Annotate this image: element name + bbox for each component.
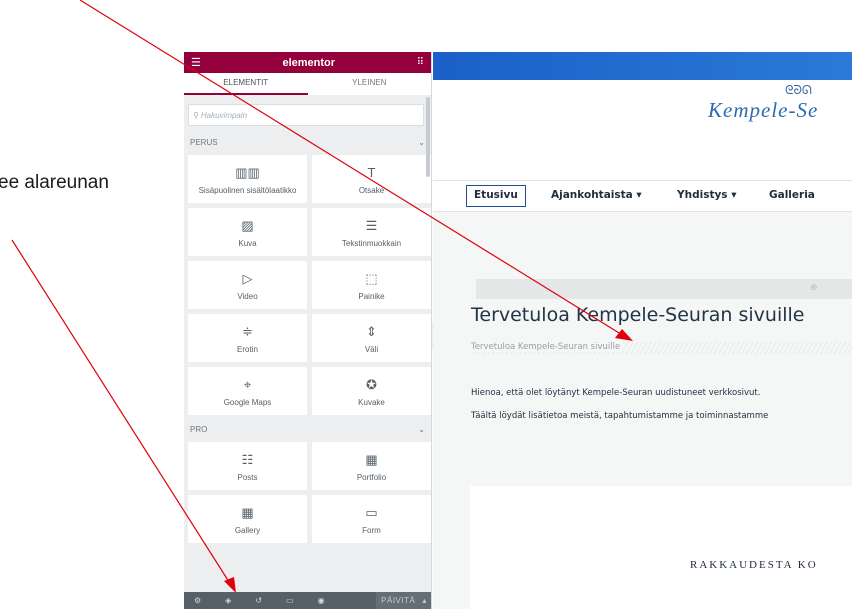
site-header: ᘓᘐᘏ Kempele-Se xyxy=(433,80,852,180)
menu-icon[interactable]: ☰ xyxy=(191,56,201,69)
section-label: PERUS xyxy=(190,138,218,147)
section-title-basic[interactable]: PERUS ⌄ xyxy=(184,130,431,155)
nav-item-association[interactable]: Yhdistys ▾ xyxy=(677,189,736,201)
widget-label: Kuva xyxy=(238,238,257,248)
elementor-logo: elementor xyxy=(282,56,336,69)
nav-item-news[interactable]: Ajankohtaista ▾ xyxy=(551,189,642,201)
widget-label: Väli xyxy=(364,344,379,354)
responsive-icon[interactable]: ▭ xyxy=(286,596,294,605)
inner-section-icon: ▥▥ xyxy=(235,164,260,180)
map-icon: ⌖ xyxy=(243,376,252,392)
basic-widgets-grid: ▥▥ Sisäpuolinen sisältölaatikko T Otsake… xyxy=(184,155,431,415)
intro-paragraph-2[interactable]: Täältä löydät lisätietoa meistä, tapahtu… xyxy=(471,411,768,421)
site-nav: Etusivu Ajankohtaista ▾ Yhdistys ▾ Galle… xyxy=(433,180,852,212)
widget-button[interactable]: ⬚ Painike xyxy=(312,261,431,309)
widget-posts[interactable]: ☷ Posts xyxy=(188,442,307,490)
card-heading[interactable]: RAKKAUDESTA KO xyxy=(690,559,818,571)
text-editor-icon: ☰ xyxy=(365,217,378,233)
intro-paragraph-1[interactable]: Hienoa, että olet löytänyt Kempele-Seura… xyxy=(471,388,760,398)
site-title[interactable]: Kempele-Se xyxy=(708,98,818,123)
widget-label: Erotin xyxy=(237,344,258,354)
panel-scrollbar[interactable] xyxy=(426,97,430,177)
widget-label: Painike xyxy=(358,291,385,301)
elementor-panel: ☰ elementor ⠿ ELEMENTIT YLEINEN ⚲ Hakuvi… xyxy=(184,52,432,609)
widget-text-editor[interactable]: ☰ Tekstinmuokkain xyxy=(312,208,431,256)
nav-item-gallery[interactable]: Galleria xyxy=(769,189,815,201)
screenshot-stage: ee alareunan ☰ elementor ⠿ ELEMENTIT YLE… xyxy=(0,0,852,609)
panel-footer: ⚙ ◈ ↺ ▭ ◉ PÄIVITÄ ▴ xyxy=(184,592,431,609)
publish-label: PÄIVITÄ xyxy=(381,596,416,605)
welcome-heading[interactable]: Tervetuloa Kempele-Seuran sivuille xyxy=(471,304,805,326)
widget-label: Google Maps xyxy=(223,397,272,407)
history-icon[interactable]: ↺ xyxy=(255,596,262,605)
widget-spacer[interactable]: ⇕ Väli xyxy=(312,314,431,362)
widget-label: Gallery xyxy=(234,525,261,535)
welcome-subheading[interactable]: Tervetuloa Kempele-Seuran sivuille xyxy=(471,342,852,354)
instruction-caption: ee alareunan xyxy=(0,172,109,193)
widgets-grid-icon[interactable]: ⠿ xyxy=(417,57,424,68)
widget-label: Kuvake xyxy=(358,397,385,407)
tab-global[interactable]: YLEINEN xyxy=(308,73,432,95)
widget-label: Posts xyxy=(237,472,258,482)
widget-divider[interactable]: ≑ Erotin xyxy=(188,314,307,362)
pro-widgets-grid: ☷ Posts ▦ Portfolio ▦ Gallery ▭ Form xyxy=(184,442,431,543)
search-placeholder: Hakuvimpain xyxy=(200,110,248,120)
content-card: RAKKAUDESTA KO xyxy=(470,486,852,609)
chevron-down-icon: ⌄ xyxy=(418,425,425,434)
chevron-up-icon: ▴ xyxy=(422,596,427,605)
site-preview: ᘓᘐᘏ Kempele-Se Etusivu Ajankohtaista ▾ Y… xyxy=(433,52,852,609)
widget-google-maps[interactable]: ⌖ Google Maps xyxy=(188,367,307,415)
gallery-icon: ▦ xyxy=(241,504,254,520)
spacer-icon: ⇕ xyxy=(366,323,377,339)
widget-form[interactable]: ▭ Form xyxy=(312,495,431,543)
section-label: PRO xyxy=(190,425,208,434)
nav-item-home[interactable]: Etusivu xyxy=(466,185,526,207)
image-icon: ▨ xyxy=(241,217,254,233)
panel-tabs: ELEMENTIT YLEINEN xyxy=(184,73,431,95)
heading-icon: T xyxy=(367,164,376,180)
widget-label: Sisäpuolinen sisältölaatikko xyxy=(198,185,297,195)
portfolio-icon: ▦ xyxy=(365,451,378,467)
preview-eye-icon[interactable]: ◉ xyxy=(318,596,325,605)
widget-label: Tekstinmuokkain xyxy=(341,238,402,248)
widget-heading[interactable]: T Otsake xyxy=(312,155,431,203)
widget-search-input[interactable]: ⚲ Hakuvimpain xyxy=(188,104,424,126)
widget-gallery[interactable]: ▦ Gallery xyxy=(188,495,307,543)
section-title-pro[interactable]: PRO ⌄ xyxy=(184,417,431,442)
widget-inner-section[interactable]: ▥▥ Sisäpuolinen sisältölaatikko xyxy=(188,155,307,203)
widget-label: Portfolio xyxy=(356,472,387,482)
widget-label: Video xyxy=(237,291,258,301)
navigator-icon[interactable]: ◈ xyxy=(225,596,231,605)
panel-header: ☰ elementor ⠿ xyxy=(184,52,431,73)
widget-portfolio[interactable]: ▦ Portfolio xyxy=(312,442,431,490)
move-handle-icon[interactable]: ⊕ xyxy=(810,282,818,293)
settings-icon[interactable]: ⚙ xyxy=(194,596,201,605)
ornament-icon: ᘓᘐᘏ xyxy=(785,83,812,97)
publish-button[interactable]: PÄIVITÄ ▴ xyxy=(376,592,431,609)
star-icon: ✪ xyxy=(366,376,377,392)
video-icon: ▷ xyxy=(242,270,253,286)
search-icon: ⚲ xyxy=(193,110,199,120)
tab-elements[interactable]: ELEMENTIT xyxy=(184,73,308,95)
welcome-subheading-text: Tervetuloa Kempele-Seuran sivuille xyxy=(471,342,624,352)
divider-icon: ≑ xyxy=(242,323,253,339)
widget-video[interactable]: ▷ Video xyxy=(188,261,307,309)
chevron-down-icon: ⌄ xyxy=(418,138,425,147)
posts-icon: ☷ xyxy=(241,451,254,467)
widget-icon[interactable]: ✪ Kuvake xyxy=(312,367,431,415)
form-icon: ▭ xyxy=(365,504,378,520)
widget-label: Form xyxy=(362,525,381,535)
button-icon: ⬚ xyxy=(365,270,378,286)
site-top-bar xyxy=(433,52,852,80)
widget-label: Otsake xyxy=(358,185,385,195)
widget-image[interactable]: ▨ Kuva xyxy=(188,208,307,256)
section-edit-handle[interactable] xyxy=(476,279,852,299)
